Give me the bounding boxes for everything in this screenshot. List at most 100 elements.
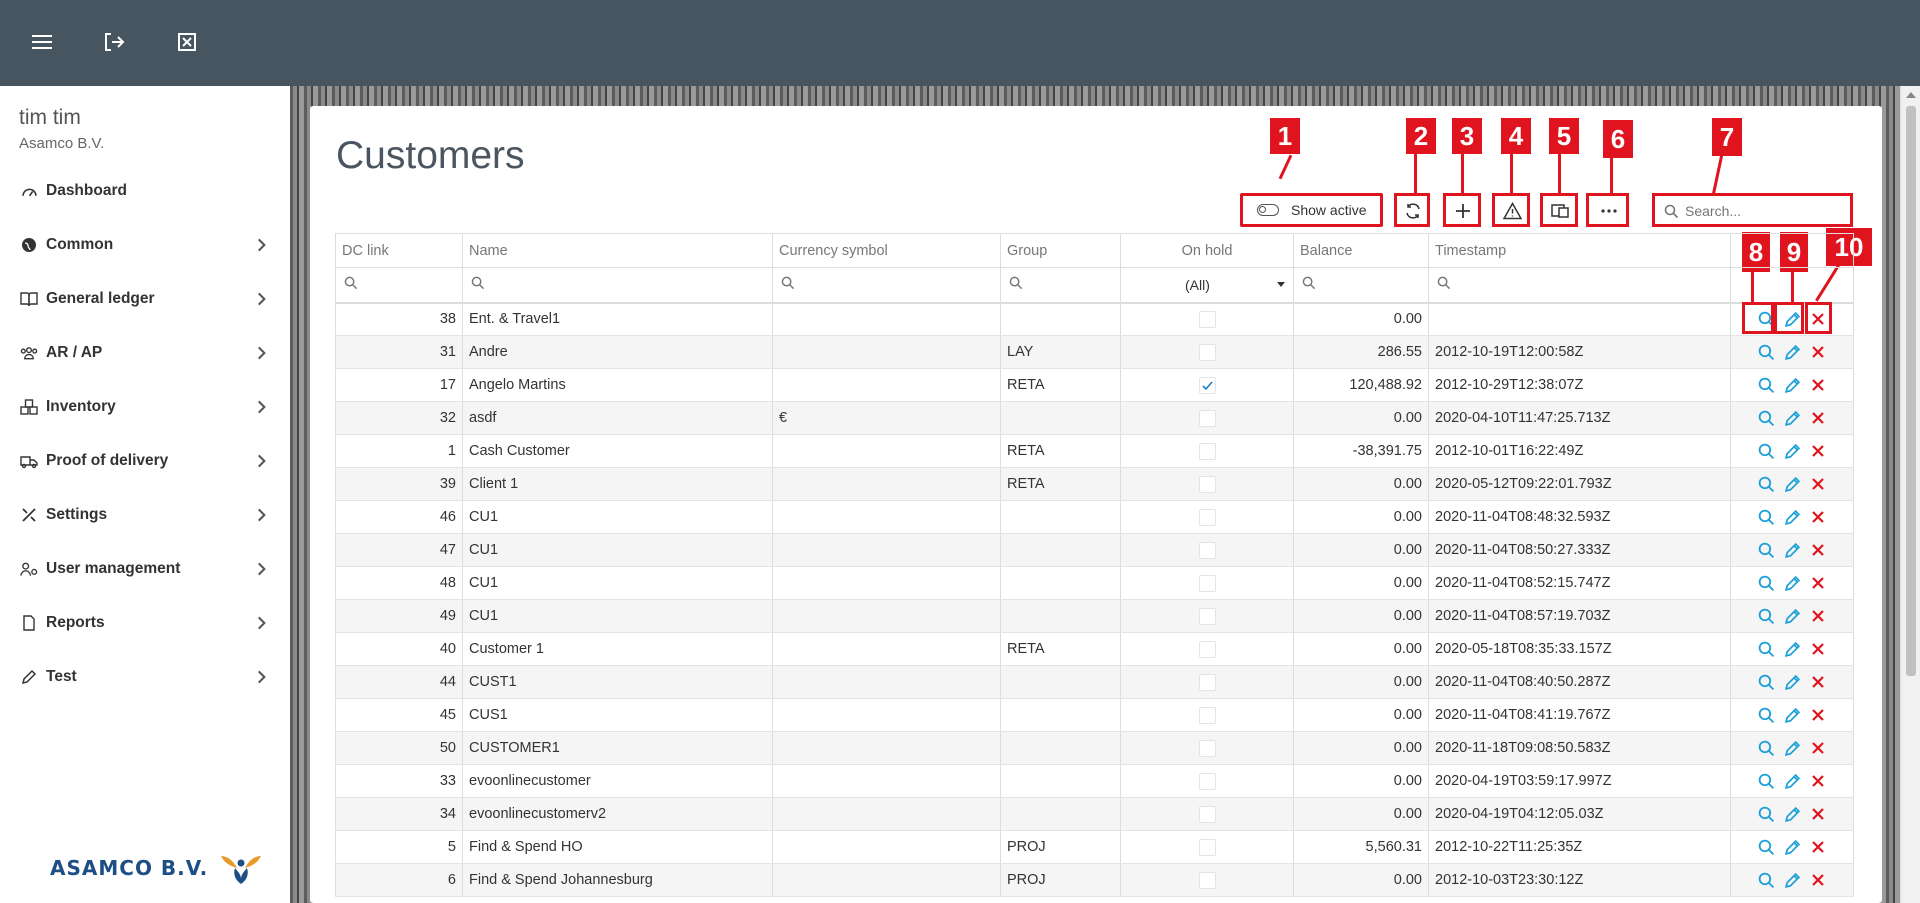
more-options-button[interactable] <box>1586 193 1629 227</box>
table-row[interactable]: 49 CU1 0.00 2020-11-04T08:57:19.703Z <box>335 599 1854 633</box>
view-icon[interactable] <box>1756 672 1776 692</box>
view-icon[interactable] <box>1756 738 1776 758</box>
delete-icon[interactable] <box>1808 837 1828 857</box>
table-row[interactable]: 6 Find & Spend Johannesburg PROJ 0.00 2012-1… <box>335 863 1854 897</box>
edit-icon[interactable] <box>1782 441 1802 461</box>
filter-cell-name[interactable] <box>462 267 773 304</box>
view-icon[interactable] <box>1756 441 1776 461</box>
view-icon[interactable] <box>1756 771 1776 791</box>
view-icon[interactable] <box>1756 639 1776 659</box>
table-row[interactable]: 34 evoonlinecustomerv2 0.00 2020-04-19T04:1… <box>335 797 1854 831</box>
delete-icon[interactable] <box>1808 408 1828 428</box>
on-hold-checkbox[interactable] <box>1198 640 1216 658</box>
edit-icon[interactable] <box>1782 375 1802 395</box>
table-row[interactable]: 39 Client 1 RETA 0.00 2020-05-12T09:22:01.79… <box>335 467 1854 501</box>
view-icon[interactable] <box>1756 804 1776 824</box>
view-icon[interactable] <box>1756 507 1776 527</box>
column-chooser-button[interactable] <box>1540 193 1578 227</box>
show-active-toggle[interactable]: Show active <box>1240 193 1383 227</box>
table-row[interactable]: 38 Ent. & Travel1 0.00 <box>335 302 1854 336</box>
close-window-icon[interactable] <box>172 27 202 57</box>
edit-icon[interactable] <box>1782 408 1802 428</box>
column-header-name[interactable]: Name <box>462 233 773 268</box>
delete-icon[interactable] <box>1808 804 1828 824</box>
on-hold-checkbox[interactable] <box>1198 475 1216 493</box>
delete-icon[interactable] <box>1808 507 1828 527</box>
on-hold-checkbox[interactable] <box>1198 871 1216 889</box>
view-icon[interactable] <box>1756 573 1776 593</box>
column-header-group[interactable]: Group <box>1000 233 1121 268</box>
filter-cell-timestamp[interactable] <box>1428 267 1731 304</box>
table-row[interactable]: 1 Cash Customer RETA -38,391.75 2012-10-01T1… <box>335 434 1854 468</box>
view-icon[interactable] <box>1756 342 1776 362</box>
sidebar-item-common[interactable]: Common <box>0 218 290 272</box>
delete-icon[interactable] <box>1808 672 1828 692</box>
view-icon[interactable] <box>1756 474 1776 494</box>
table-row[interactable]: 32 asdf €0.00 2020-04-10T11:47:25.713Z <box>335 401 1854 435</box>
edit-icon[interactable] <box>1782 672 1802 692</box>
column-header-currency-symbol[interactable]: Currency symbol <box>772 233 1001 268</box>
edit-icon[interactable] <box>1782 540 1802 560</box>
delete-icon[interactable] <box>1808 441 1828 461</box>
refresh-button[interactable] <box>1394 193 1430 227</box>
delete-icon[interactable] <box>1808 606 1828 626</box>
table-row[interactable]: 50 CUSTOMER1 0.00 2020-11-18T09:08:50.583Z <box>335 731 1854 765</box>
delete-icon[interactable] <box>1808 375 1828 395</box>
on-hold-checkbox[interactable] <box>1198 574 1216 592</box>
sidebar-item-user-management[interactable]: User management <box>0 542 290 596</box>
column-header-balance[interactable]: Balance <box>1293 233 1429 268</box>
edit-icon[interactable] <box>1782 342 1802 362</box>
delete-icon[interactable] <box>1808 771 1828 791</box>
view-icon[interactable] <box>1756 870 1776 890</box>
page-scrollbar[interactable] <box>1900 86 1920 903</box>
add-button[interactable] <box>1443 193 1481 227</box>
edit-icon[interactable] <box>1782 837 1802 857</box>
edit-icon[interactable] <box>1782 771 1802 791</box>
warning-button[interactable] <box>1492 193 1530 227</box>
table-row[interactable]: 33 evoonlinecustomer 0.00 2020-04-19T03:59:… <box>335 764 1854 798</box>
sidebar-item-general-ledger[interactable]: General ledger <box>0 272 290 326</box>
edit-icon[interactable] <box>1782 804 1802 824</box>
filter-cell-on-hold[interactable]: (All) <box>1120 267 1294 304</box>
table-row[interactable]: 48 CU1 0.00 2020-11-04T08:52:15.747Z <box>335 566 1854 600</box>
edit-icon[interactable] <box>1782 606 1802 626</box>
delete-icon[interactable] <box>1808 573 1828 593</box>
delete-icon[interactable] <box>1808 738 1828 758</box>
table-row[interactable]: 5 Find & Spend HO PROJ 5,560.31 2012-10-22T1… <box>335 830 1854 864</box>
column-header-on-hold[interactable]: On hold <box>1120 233 1294 268</box>
view-icon[interactable] <box>1756 375 1776 395</box>
delete-icon[interactable] <box>1808 342 1828 362</box>
delete-icon[interactable] <box>1808 870 1828 890</box>
column-header-timestamp[interactable]: Timestamp <box>1428 233 1731 268</box>
view-icon[interactable] <box>1756 705 1776 725</box>
on-hold-checkbox[interactable] <box>1198 343 1216 361</box>
sidebar-item-dashboard[interactable]: Dashboard <box>0 164 290 218</box>
view-icon[interactable] <box>1756 837 1776 857</box>
sidebar-item-inventory[interactable]: Inventory <box>0 380 290 434</box>
on-hold-checkbox[interactable] <box>1198 607 1216 625</box>
table-row[interactable]: 46 CU1 0.00 2020-11-04T08:48:32.593Z <box>335 500 1854 534</box>
edit-icon[interactable] <box>1782 705 1802 725</box>
delete-icon[interactable] <box>1808 705 1828 725</box>
sidebar-item-ar-ap[interactable]: AR / AP <box>0 326 290 380</box>
delete-icon[interactable] <box>1808 474 1828 494</box>
table-row[interactable]: 31 Andre LAY 286.55 2012-10-19T12:00:58Z <box>335 335 1854 369</box>
on-hold-checkbox[interactable] <box>1198 508 1216 526</box>
on-hold-checkbox[interactable] <box>1198 706 1216 724</box>
edit-icon[interactable] <box>1782 639 1802 659</box>
table-row[interactable]: 47 CU1 0.00 2020-11-04T08:50:27.333Z <box>335 533 1854 567</box>
table-row[interactable]: 45 CUS1 0.00 2020-11-04T08:41:19.767Z <box>335 698 1854 732</box>
scroll-up-icon[interactable] <box>1906 92 1916 98</box>
on-hold-checkbox[interactable] <box>1198 310 1216 328</box>
sidebar-item-reports[interactable]: Reports <box>0 596 290 650</box>
delete-icon[interactable] <box>1808 540 1828 560</box>
on-hold-checkbox[interactable] <box>1198 442 1216 460</box>
on-hold-checkbox[interactable] <box>1198 772 1216 790</box>
filter-cell-balance[interactable] <box>1293 267 1429 304</box>
edit-icon[interactable] <box>1782 738 1802 758</box>
view-icon[interactable] <box>1756 540 1776 560</box>
sidebar-item-proof-of-delivery[interactable]: Proof of delivery <box>0 434 290 488</box>
edit-icon[interactable] <box>1782 507 1802 527</box>
column-header-dc-link[interactable]: DC link <box>335 233 463 268</box>
view-icon[interactable] <box>1756 408 1776 428</box>
